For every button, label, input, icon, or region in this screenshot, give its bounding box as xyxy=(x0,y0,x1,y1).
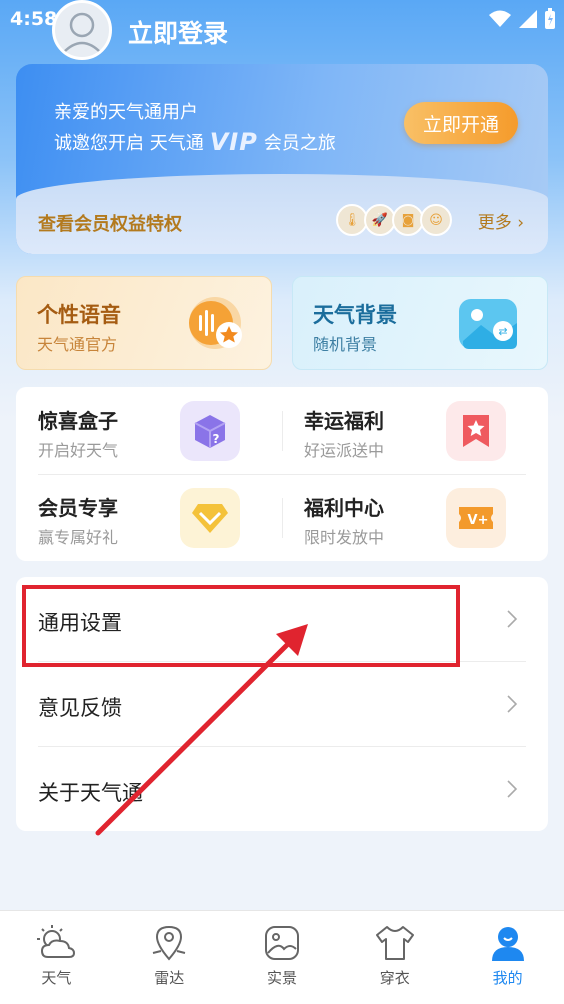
grid-subtitle: 限时发放中 xyxy=(304,528,385,547)
tab-live-view[interactable]: 实景 xyxy=(226,911,339,1004)
tab-label: 穿衣 xyxy=(379,969,410,987)
tab-me[interactable]: 我的 xyxy=(451,911,564,1004)
default-avatar-icon xyxy=(62,12,102,54)
services-grid: 惊喜盒子 开启好天气 ? 幸运福利 好运派送中 会员专享 赢专属好礼 福利中心 … xyxy=(16,387,548,561)
avatar[interactable] xyxy=(52,0,112,60)
feature-subtitle: 天气通官方 xyxy=(37,335,118,354)
grid-title: 惊喜盒子 xyxy=(38,409,118,433)
grid-item-surprise-box[interactable]: 惊喜盒子 开启好天气 ? xyxy=(16,387,282,474)
mystery-box-icon: ? xyxy=(180,401,240,461)
feature-title: 天气背景 xyxy=(313,303,397,327)
open-vip-button[interactable]: 立即开通 xyxy=(404,102,518,144)
location-pin-icon xyxy=(152,925,186,961)
view-benefits-link[interactable]: 查看会员权益特权 xyxy=(38,210,182,236)
profile-icon xyxy=(491,927,524,961)
vip-invite-prefix: 诚邀您开启 天气通 xyxy=(54,133,204,154)
benefit-icons: 🌡 🚀 ◙ ☺ xyxy=(336,204,452,236)
grid-item-lucky-benefits[interactable]: 幸运福利 好运派送中 xyxy=(282,387,548,474)
status-icons xyxy=(488,8,556,30)
diamond-icon xyxy=(180,488,240,548)
tab-label: 我的 xyxy=(492,969,523,987)
vip-badge: VIP xyxy=(209,128,258,156)
tab-clothing[interactable]: 穿衣 xyxy=(338,911,451,1004)
shirt-icon xyxy=(375,926,414,960)
grid-subtitle: 开启好天气 xyxy=(38,441,119,460)
tab-radar[interactable]: 雷达 xyxy=(113,911,226,1004)
battery-icon xyxy=(545,8,555,29)
grid-title: 会员专享 xyxy=(38,496,118,520)
tab-label: 天气 xyxy=(41,969,72,987)
voice-wave-icon xyxy=(189,297,242,349)
image-icon: ⇄ xyxy=(459,299,517,349)
vip-card: 亲爱的天气通用户 诚邀您开启 天气通 VIP 会员之旅 立即开通 查看会员权益特… xyxy=(16,64,548,254)
chevron-right-icon xyxy=(507,780,518,798)
photo-icon xyxy=(264,926,299,960)
star-bookmark-icon xyxy=(446,401,506,461)
feature-weather-background[interactable]: 天气背景 随机背景 ⇄ xyxy=(292,276,548,370)
bottom-tab-bar: 天气 雷达 实景 穿衣 我的 xyxy=(0,910,564,1004)
more-label: 更多 xyxy=(477,213,512,233)
ticket-icon: V+ xyxy=(446,488,506,548)
feature-subtitle: 随机背景 xyxy=(313,335,378,354)
svg-text:?: ? xyxy=(213,432,220,446)
smiley-icon: ☺ xyxy=(420,204,452,236)
list-item-label: 意见反馈 xyxy=(38,696,122,720)
feature-title: 个性语音 xyxy=(37,303,121,327)
login-link[interactable]: 立即登录 xyxy=(128,14,228,50)
chevron-right-icon xyxy=(507,610,518,628)
feature-personal-voice[interactable]: 个性语音 天气通官方 xyxy=(16,276,272,370)
weather-icon xyxy=(37,925,76,958)
tab-weather[interactable]: 天气 xyxy=(0,911,113,1004)
svg-text:V+: V+ xyxy=(468,513,489,528)
list-item-feedback[interactable]: 意见反馈 xyxy=(16,662,548,747)
grid-title: 幸运福利 xyxy=(304,409,384,433)
tab-label: 雷达 xyxy=(154,969,185,987)
vip-invite-suffix: 会员之旅 xyxy=(263,133,336,154)
more-benefits-link[interactable]: 更多 › xyxy=(478,208,524,233)
vip-greeting: 亲爱的天气通用户 xyxy=(54,102,198,123)
grid-item-member-exclusive[interactable]: 会员专享 赢专属好礼 xyxy=(16,474,282,561)
tab-label: 实景 xyxy=(266,969,297,987)
status-time: 4:58 xyxy=(10,8,58,30)
cellular-signal-icon xyxy=(519,10,537,28)
grid-subtitle: 好运派送中 xyxy=(304,441,385,460)
annotation-highlight-box xyxy=(22,585,460,667)
vip-invite: 诚邀您开启 天气通 VIP 会员之旅 xyxy=(54,128,336,156)
grid-item-welfare-center[interactable]: 福利中心 限时发放中 V+ xyxy=(282,474,548,561)
chevron-right-icon xyxy=(507,695,518,713)
wifi-icon xyxy=(489,10,511,27)
svg-text:⇄: ⇄ xyxy=(498,325,507,338)
grid-title: 福利中心 xyxy=(304,496,384,520)
chevron-right-icon: › xyxy=(517,213,524,233)
list-item-about[interactable]: 关于天气通 xyxy=(16,747,548,832)
grid-subtitle: 赢专属好礼 xyxy=(38,528,119,547)
list-item-label: 关于天气通 xyxy=(38,781,143,805)
